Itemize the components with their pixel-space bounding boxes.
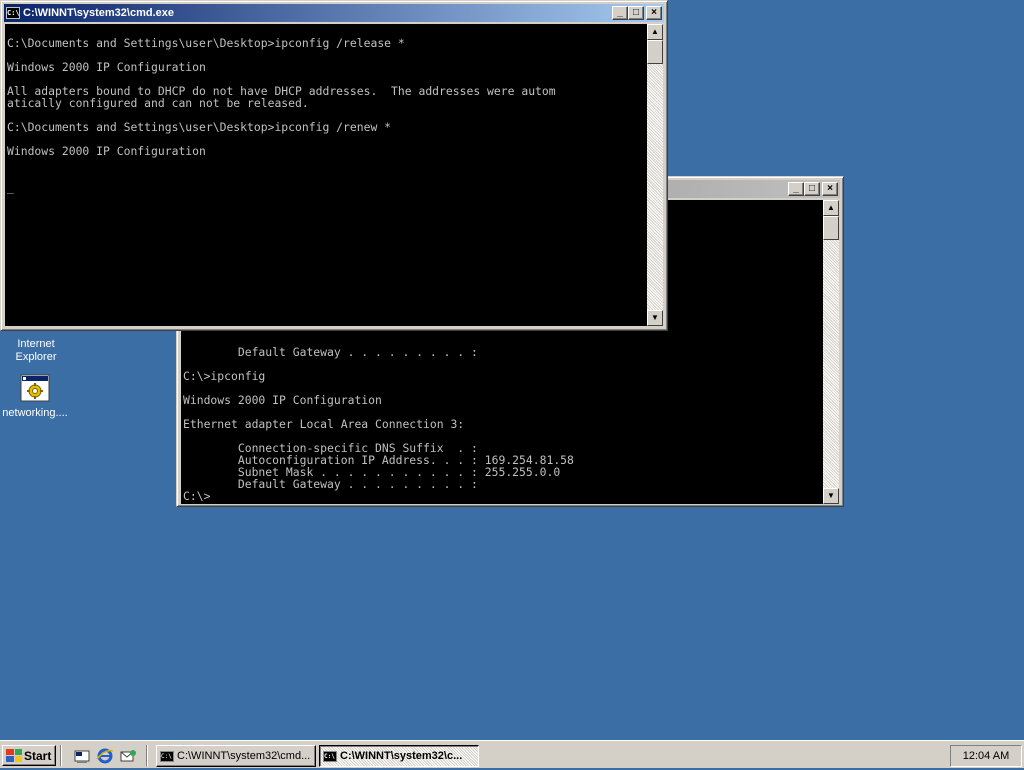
vertical-scrollbar[interactable]: ▲ ▼ bbox=[823, 200, 839, 504]
vertical-scrollbar[interactable]: ▲ ▼ bbox=[647, 24, 663, 326]
show-desktop-icon[interactable] bbox=[73, 747, 91, 765]
start-button[interactable]: Start bbox=[2, 745, 56, 766]
title-bar[interactable]: C:\ C:\WINNT\system32\cmd.exe _ □ × bbox=[4, 4, 664, 22]
outlook-express-icon[interactable] bbox=[119, 747, 137, 765]
taskbar-button-cmd-1[interactable]: C:\ C:\WINNT\system32\cmd... bbox=[156, 745, 316, 767]
networking-desktop-icon[interactable]: networking.... bbox=[0, 374, 75, 420]
system-tray: 12:04 AM bbox=[950, 745, 1022, 767]
command-prompt-icon: C:\ bbox=[160, 750, 174, 762]
console-window-front[interactable]: C:\ C:\WINNT\system32\cmd.exe _ □ × C:\D… bbox=[0, 0, 668, 331]
maximize-button[interactable]: □ bbox=[804, 182, 820, 196]
close-button[interactable]: × bbox=[822, 182, 838, 196]
desktop-icon-label: networking.... bbox=[2, 407, 68, 419]
taskbar-button-label: C:\WINNT\system32\c... bbox=[340, 750, 463, 762]
taskbar-separator bbox=[146, 745, 148, 766]
scroll-down-button[interactable]: ▼ bbox=[647, 310, 663, 326]
taskbar-separator bbox=[60, 745, 62, 766]
scroll-down-button[interactable]: ▼ bbox=[823, 488, 839, 504]
taskbar-button-cmd-2[interactable]: C:\ C:\WINNT\system32\c... bbox=[319, 745, 479, 767]
console-text: C:\Documents and Settings\user\Desktop>i… bbox=[7, 36, 556, 194]
command-prompt-icon: C:\ bbox=[6, 7, 20, 19]
scroll-thumb[interactable] bbox=[823, 216, 839, 240]
internet-explorer-icon[interactable] bbox=[96, 747, 114, 765]
console-output[interactable]: C:\Documents and Settings\user\Desktop>i… bbox=[5, 24, 647, 326]
console-text: Default Gateway . . . . . . . . . : C:\>… bbox=[183, 345, 574, 503]
clock[interactable]: 12:04 AM bbox=[963, 750, 1009, 762]
scroll-thumb[interactable] bbox=[647, 40, 663, 64]
scroll-up-button[interactable]: ▲ bbox=[647, 24, 663, 40]
scroll-up-button[interactable]: ▲ bbox=[823, 200, 839, 216]
network-setup-icon bbox=[20, 374, 50, 402]
taskbar-button-label: C:\WINNT\system32\cmd... bbox=[177, 750, 311, 762]
window-title: C:\WINNT\system32\cmd.exe bbox=[23, 7, 174, 19]
minimize-button[interactable]: _ bbox=[788, 182, 804, 196]
minimize-button[interactable]: _ bbox=[612, 6, 628, 20]
maximize-button[interactable]: □ bbox=[628, 6, 644, 20]
command-prompt-icon: C:\ bbox=[323, 750, 337, 762]
start-label: Start bbox=[24, 748, 52, 763]
windows-logo-icon bbox=[6, 749, 22, 762]
close-button[interactable]: × bbox=[646, 6, 662, 20]
desktop-icon-label: Internet Explorer bbox=[15, 338, 57, 363]
taskbar: Start C:\ C:\WINNT\system32\cmd... C:\ C… bbox=[0, 740, 1024, 768]
